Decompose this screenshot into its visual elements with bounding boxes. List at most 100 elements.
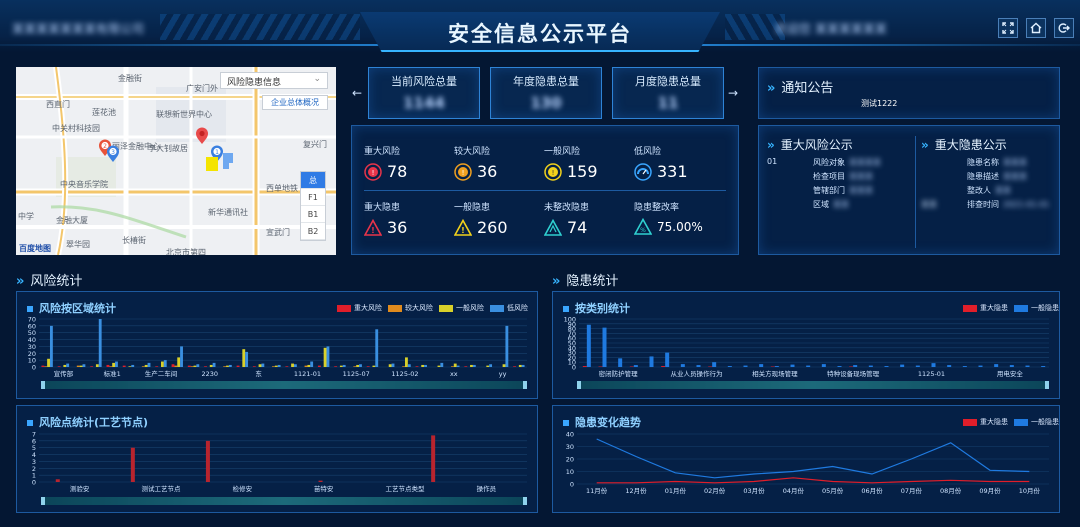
bar (258, 364, 262, 367)
bar (47, 358, 50, 367)
major-risk-row: 风险对象 某某某某 (813, 158, 881, 167)
bar (884, 366, 889, 367)
bar (853, 365, 858, 367)
chart-scrollbar[interactable] (41, 497, 527, 505)
bar (223, 366, 227, 367)
stat-value: 331 (657, 162, 688, 181)
x-tick-label: 12月份 (625, 486, 647, 495)
bar (402, 366, 405, 367)
bar (106, 364, 110, 367)
logout-button[interactable] (1054, 18, 1074, 38)
major-publicity-panel: » 重大风险公示 » 重大隐患公示 01 风险对象 某某某某 检查项目 某某某 管辖部门… (758, 125, 1060, 255)
bar (513, 366, 517, 367)
home-button[interactable] (1026, 18, 1046, 38)
hazard-pending-icon (544, 218, 562, 237)
kpi-value: 1144 (403, 94, 445, 112)
chart-scrollbar[interactable] (577, 381, 1049, 389)
map-label: 新华通讯社 (208, 208, 248, 217)
bar (1025, 365, 1030, 367)
bar (353, 366, 357, 367)
x-tick-label: 苗特安 (314, 484, 334, 493)
bar (98, 319, 102, 367)
point-bar-chart: 76543210测验安 测试工艺节点 检修安 苗特安 工艺节点类型 操作员 (32, 431, 527, 493)
map-view[interactable]: 金融街 广安门外 西直门 莲花池 丽泽金融中心 联想新世界中心 中关村科技园 李… (16, 67, 336, 255)
floor-option[interactable]: F1 (301, 189, 325, 206)
bar (171, 364, 175, 367)
bar (326, 346, 330, 367)
stat-value: 159 (567, 162, 598, 181)
bar (405, 357, 408, 367)
marker-number: 3 (111, 149, 115, 156)
bar (339, 365, 343, 367)
scroll-handle[interactable] (41, 381, 45, 389)
x-tick-label: 04月份 (783, 486, 805, 495)
x-tick-label: 工艺节点类型 (386, 484, 426, 493)
map-logo: 百度地图 (19, 244, 51, 253)
stat-label: 未整改隐患 (544, 203, 590, 213)
x-tick-label: 东 (255, 369, 262, 378)
chart-scrollbar[interactable] (41, 381, 527, 389)
bar (122, 365, 126, 367)
stat-label: 重大风险 (364, 147, 401, 157)
bar (582, 366, 587, 367)
x-tick-label: 02月份 (704, 486, 726, 495)
legend-item: 低风险 (490, 303, 528, 313)
bar (252, 366, 256, 367)
chart-legend: 重大隐患 一般隐患 (963, 303, 1059, 313)
scroll-handle[interactable] (523, 381, 527, 389)
y-tick-label: 0 (570, 481, 574, 489)
stat-pending-hazard: 未整改隐患 74 (544, 200, 628, 237)
bar (437, 365, 441, 367)
kpi-label: 月度隐患总量 (635, 75, 701, 88)
floor-option[interactable]: B2 (301, 223, 325, 240)
x-tick-label: 用电安全 (997, 369, 1024, 378)
marker-number: 1 (215, 149, 219, 156)
map-label: 中学 (18, 212, 34, 221)
user-greeting: 欢迎您 某某某某某某 (775, 22, 887, 36)
next-arrow-icon[interactable]: → (728, 86, 738, 100)
bar (665, 352, 670, 367)
bar (1041, 366, 1046, 367)
bar (112, 362, 116, 367)
map-layer-select[interactable]: 风险隐患信息 ⌄ (220, 72, 328, 89)
square-bullet-icon (27, 420, 33, 426)
warning-triangle-icon: ! (364, 218, 382, 237)
major-hazard-row: 整改人 某某 (967, 186, 1011, 195)
prev-arrow-icon[interactable]: ← (352, 86, 362, 100)
bar (307, 364, 311, 367)
floor-option[interactable]: 总 (301, 172, 325, 189)
bar (318, 480, 323, 482)
bar (586, 324, 591, 367)
notice-content[interactable]: 测试1222 (861, 98, 897, 109)
stat-major-hazard: 重大隐患 ! 36 (364, 200, 448, 237)
bar (115, 361, 118, 367)
fullscreen-button[interactable] (998, 18, 1018, 38)
kpi-label: 当前风险总量 (391, 75, 457, 88)
chevron-right-icon: » (552, 274, 561, 289)
bar (978, 365, 983, 367)
risk-section-title: » 风险统计 (16, 274, 83, 289)
svg-text:!: ! (552, 169, 555, 177)
scroll-handle[interactable] (523, 497, 527, 505)
bar (161, 361, 164, 367)
bar (618, 358, 623, 367)
bar (109, 366, 113, 367)
bar (204, 366, 207, 367)
map-marker[interactable]: 3 (106, 145, 120, 166)
bar (464, 366, 468, 367)
map-label: 金融街 (118, 74, 142, 83)
scroll-handle[interactable] (577, 381, 581, 389)
scroll-handle[interactable] (41, 497, 45, 505)
floor-option[interactable]: B1 (301, 206, 325, 223)
bar (44, 366, 48, 367)
bar (602, 327, 607, 367)
bar (931, 363, 936, 367)
stat-value: 74 (567, 218, 588, 237)
map-marker[interactable] (195, 127, 209, 148)
bar (388, 364, 392, 367)
bar (502, 364, 506, 367)
series-line (596, 477, 1030, 484)
overview-button[interactable]: 企业总体概况 (262, 95, 328, 110)
scroll-handle[interactable] (1045, 381, 1049, 389)
x-tick-label: 08月份 (940, 486, 962, 495)
